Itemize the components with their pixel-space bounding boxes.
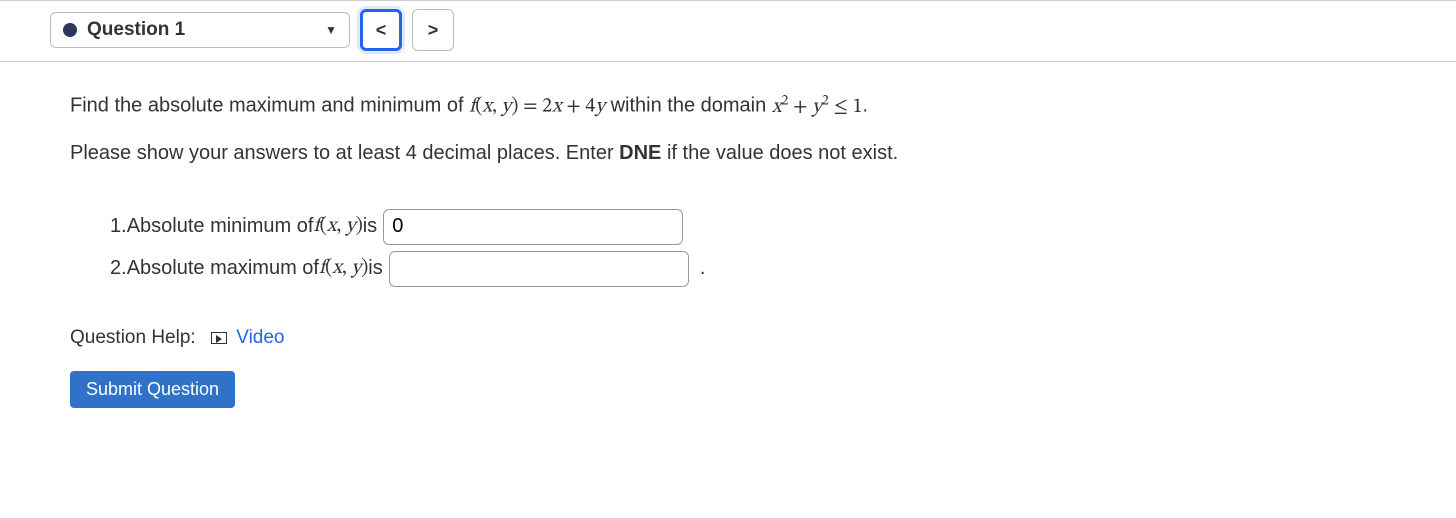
caret-down-icon: ▼ xyxy=(325,23,337,37)
ans2-fn: f(x, y) xyxy=(319,256,368,281)
video-icon xyxy=(211,332,227,344)
question-label: Question 1 xyxy=(87,19,185,41)
question-selector[interactable]: Question 1 ▼ xyxy=(50,12,350,48)
ans2-is: is xyxy=(368,257,382,280)
ans1-is: is xyxy=(363,215,377,238)
prompt-post: . xyxy=(862,95,868,117)
chevron-left-icon: < xyxy=(376,20,387,41)
ans1-fn: f(x, y) xyxy=(313,214,362,239)
prompt-domain: x2 + y2 ≤ 1 xyxy=(772,97,863,117)
question-content: Find the absolute maximum and minimum of… xyxy=(0,62,1456,438)
instructions: Please show your answers to at least 4 d… xyxy=(70,142,1386,165)
prompt-mid: within the domain xyxy=(605,95,772,117)
ans2-post: . xyxy=(689,257,706,280)
question-prompt: Find the absolute maximum and minimum of… xyxy=(70,92,1386,120)
answer-row-min: 1. Absolute minimum of f(x, y) is xyxy=(110,209,1386,245)
video-link[interactable]: Video xyxy=(236,327,284,348)
status-dot-icon xyxy=(63,23,77,37)
ans1-text: Absolute minimum of xyxy=(127,215,314,238)
maximum-input[interactable] xyxy=(389,251,689,287)
answers-list: 1. Absolute minimum of f(x, y) is 2. Abs… xyxy=(70,209,1386,287)
ans2-text: Absolute maximum of xyxy=(127,257,319,280)
answer-row-max: 2. Absolute maximum of f(x, y) is . xyxy=(110,251,1386,287)
question-nav-bar: Question 1 ▼ < > xyxy=(0,0,1456,62)
prompt-fn: f(x, y) = 2x + 4y xyxy=(469,97,605,117)
next-question-button[interactable]: > xyxy=(412,9,454,51)
instr-post: if the value does not exist. xyxy=(661,142,898,164)
ans1-num: 1. xyxy=(110,215,127,238)
prompt-pre: Find the absolute maximum and minimum of xyxy=(70,95,469,117)
instr-pre: Please show your answers to at least 4 d… xyxy=(70,142,619,164)
question-help: Question Help: Video xyxy=(70,327,1386,349)
page: Question 1 ▼ < > Find the absolute maxim… xyxy=(0,0,1456,438)
ans2-num: 2. xyxy=(110,257,127,280)
minimum-input[interactable] xyxy=(383,209,683,245)
instr-bold: DNE xyxy=(619,142,661,164)
help-label: Question Help: xyxy=(70,327,196,348)
chevron-right-icon: > xyxy=(428,20,439,41)
submit-button[interactable]: Submit Question xyxy=(70,371,235,408)
prev-question-button[interactable]: < xyxy=(360,9,402,51)
